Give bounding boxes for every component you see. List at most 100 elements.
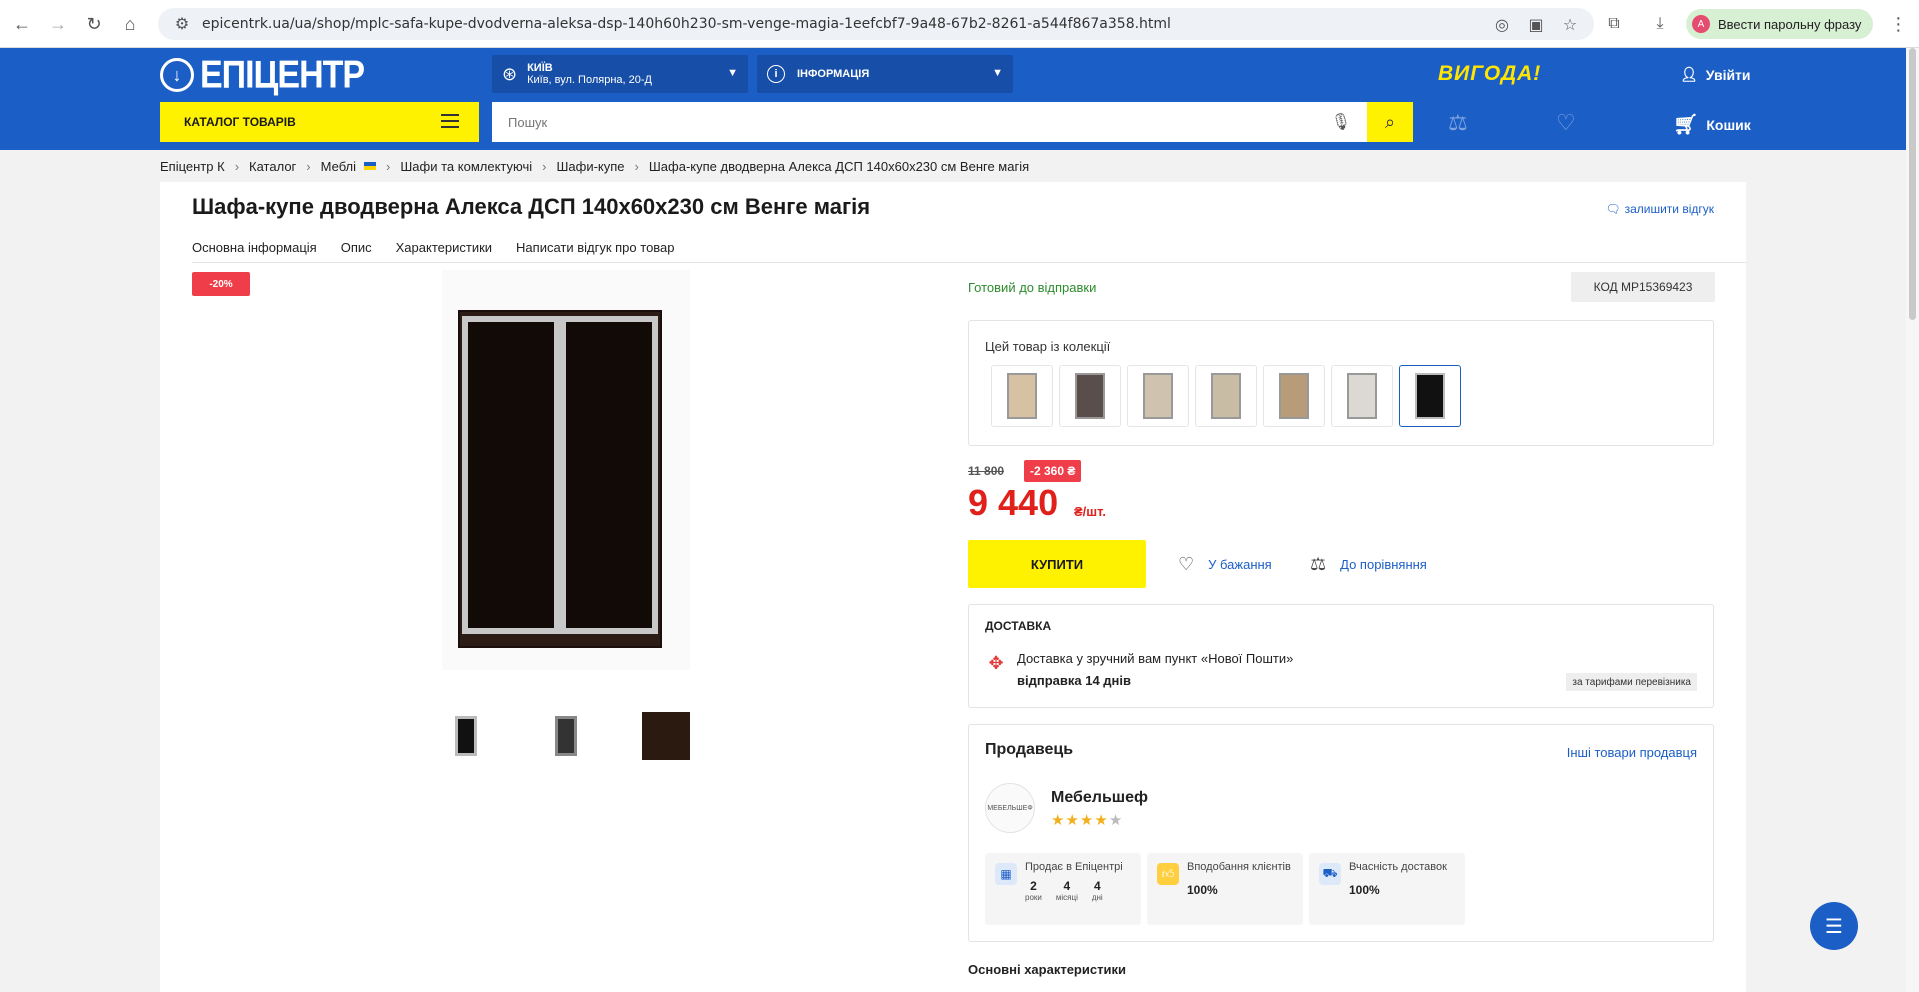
stat-value: 100% (1349, 883, 1380, 897)
stat-customer-likes: 👍︎ Вподобання клієнтів 100% (1147, 853, 1303, 925)
nova-poshta-icon: ✥ (988, 653, 1004, 673)
thumbnail[interactable] (542, 712, 590, 760)
calendar-icon: ▦ (995, 863, 1017, 885)
address-bar[interactable]: ⚙ epicentrk.ua/ua/shop/mplc-safa-kupe-dv… (158, 8, 1594, 40)
menu-burger-icon (441, 114, 459, 128)
collection-item[interactable] (991, 365, 1053, 427)
browser-toolbar: ← → ↻ ⌂ ⚙ epicentrk.ua/ua/shop/mplc-safa… (0, 0, 1919, 48)
microphone-icon[interactable]: 🎙︎ (1331, 112, 1351, 132)
search-button[interactable]: ⌕ (1367, 102, 1413, 142)
site-info-icon[interactable]: ⚙ (172, 14, 192, 34)
url-text: epicentrk.ua/ua/shop/mplc-safa-kupe-dvod… (202, 16, 1171, 32)
leave-review-label: залишити відгук (1624, 202, 1714, 216)
main-characteristics-heading: Основні характеристики (968, 962, 1126, 977)
page-scrollbar[interactable] (1906, 48, 1919, 992)
stat-selling-duration: ▦ Продає в Епіцентрі 2 роки 4 місяці 4 дні (985, 853, 1141, 925)
breadcrumb-item[interactable]: Шафи та комлектуючі (400, 159, 532, 174)
compare-label: До порівняння (1340, 557, 1427, 572)
stat-label: Продає в Епіцентрі (1025, 861, 1123, 873)
collection-item[interactable] (1195, 365, 1257, 427)
stat-value: 100% (1187, 883, 1218, 897)
logo-text: ЕПІЦЕНТР (200, 52, 365, 97)
delivery-title: ДОСТАВКА (985, 619, 1052, 633)
truck-icon: ⛟ (1319, 863, 1341, 885)
catalog-button[interactable]: КАТАЛОГ ТОВАРІВ (160, 102, 479, 142)
site-logo[interactable]: ↓ ЕПІЦЕНТР (160, 52, 365, 97)
chevron-down-icon: ▼ (727, 67, 738, 79)
page-title: Шафа-купе дводверна Алекса ДСП 140х60х23… (192, 194, 871, 219)
leave-review-link[interactable]: 🗨︎ залишити відгук (1605, 202, 1714, 216)
product-main-image[interactable] (442, 270, 690, 670)
seller-title: Продавець (985, 741, 1074, 758)
reload-icon[interactable]: ↻ (76, 6, 112, 42)
buy-button[interactable]: КУПИТИ (968, 540, 1146, 588)
site-header: ↓ ЕПІЦЕНТР ⊛ КИЇВ Київ, вул. Полярна, 20… (0, 48, 1906, 150)
savings-badge: -2 360 ₴ (1024, 460, 1082, 482)
scrollbar-thumb[interactable] (1909, 48, 1916, 320)
stat-days: 4 (1093, 879, 1101, 893)
thumbnail[interactable] (442, 712, 490, 760)
compare-scale-icon[interactable]: ⚖ (1448, 110, 1468, 136)
delivery-box: ДОСТАВКА ✥ Доставка у зручний вам пункт … (968, 604, 1714, 708)
city-address: Київ, вул. Полярна, 20-Д (527, 74, 652, 86)
comment-icon: 🗨︎ (1605, 202, 1621, 216)
product-code: КОД MP15369423 (1571, 272, 1715, 302)
seller-name[interactable]: Мебельшеф (1051, 789, 1148, 807)
chat-button[interactable]: ☰ (1810, 902, 1858, 950)
current-price: 9 440 (968, 482, 1059, 523)
collection-item-selected[interactable] (1399, 365, 1461, 427)
scale-icon: ⚖ (1310, 554, 1327, 574)
city-selector[interactable]: ⊛ КИЇВ Київ, вул. Полярна, 20-Д ▼ (492, 55, 748, 93)
download-icon[interactable]: ⤓ (1650, 15, 1670, 33)
stat-months: 4 (1063, 879, 1071, 893)
wardrobe-illustration (458, 310, 662, 648)
promo-link[interactable]: ВИГОДА! (1438, 62, 1541, 86)
seller-rating: ★★★★★ (1051, 811, 1123, 829)
breadcrumb-item[interactable]: Шафи-купе (556, 159, 624, 174)
browser-menu-icon[interactable]: ⋮ (1889, 14, 1907, 35)
search-input[interactable] (492, 103, 1292, 141)
breadcrumb-item[interactable]: Епіцентр К (160, 159, 225, 174)
home-icon[interactable]: ⌂ (112, 6, 148, 42)
back-icon[interactable]: ← (4, 6, 40, 42)
stock-status: Готовий до відправки (968, 280, 1097, 295)
login-button[interactable]: 👤︎ Увійти (1680, 66, 1751, 83)
collection-item[interactable] (1127, 365, 1189, 427)
city-name: КИЇВ (527, 62, 553, 74)
cart-button[interactable]: 🛒︎ Кошик (1673, 112, 1751, 137)
star-icon: ★ (1094, 812, 1109, 829)
tab-characteristics[interactable]: Характеристики (396, 240, 492, 255)
collection-title: Цей товар із колекції (985, 339, 1111, 354)
collection-item[interactable] (1331, 365, 1393, 427)
breadcrumb-item[interactable]: Каталог (249, 159, 296, 174)
tab-write-review[interactable]: Написати відгук про товар (516, 240, 674, 255)
cart-icon: 🛒︎ (1673, 114, 1699, 136)
wishlist-heart-icon[interactable]: ♡ (1556, 110, 1576, 136)
collection-item[interactable] (1059, 365, 1121, 427)
location-pin-icon: ⊛ (502, 63, 518, 84)
eye-off-icon[interactable]: ◎ (1492, 15, 1512, 35)
forward-icon[interactable]: → (40, 6, 76, 42)
tab-description[interactable]: Опис (341, 240, 372, 255)
passphrase-button[interactable]: A Ввести парольну фразу (1686, 9, 1874, 39)
stat-months-unit: місяці (1055, 893, 1078, 902)
bookmark-star-icon[interactable]: ☆ (1560, 15, 1580, 35)
seller-logo[interactable]: МЕБЕЛЬШЕФ (985, 783, 1035, 833)
ua-flag-icon (364, 162, 377, 170)
login-label: Увійти (1705, 66, 1751, 83)
add-to-compare-button[interactable]: ⚖ До порівняння (1310, 554, 1427, 575)
install-app-icon[interactable]: ▣ (1526, 15, 1546, 35)
seller-box: Продавець Інші товари продавця МЕБЕЛЬШЕФ… (968, 724, 1714, 942)
product-card: Шафа-купе дводверна Алекса ДСП 140х60х23… (160, 182, 1746, 992)
breadcrumb-item[interactable]: Меблі (321, 159, 356, 174)
extensions-icon[interactable]: ⧉ (1604, 15, 1624, 33)
add-to-wishlist-button[interactable]: ♡ У бажання (1178, 554, 1272, 575)
thumbnail[interactable] (642, 712, 690, 760)
tab-main-info[interactable]: Основна інформація (192, 240, 317, 255)
info-dropdown[interactable]: i ІНФОРМАЦІЯ ▼ (757, 55, 1013, 93)
delivery-tariff: за тарифами перевізника (1566, 673, 1697, 691)
wishlist-label: У бажання (1208, 557, 1272, 572)
seller-other-products-link[interactable]: Інші товари продавця (1567, 745, 1697, 760)
star-empty-icon: ★ (1108, 812, 1124, 829)
collection-item[interactable] (1263, 365, 1325, 427)
